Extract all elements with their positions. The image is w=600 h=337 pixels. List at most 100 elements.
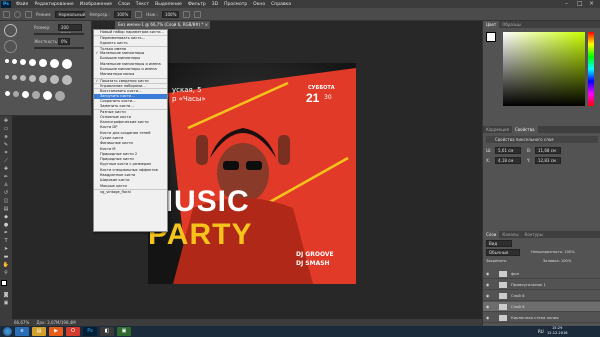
brush-swatch[interactable] <box>62 59 72 69</box>
x-field[interactable]: 4,18 см <box>495 157 521 164</box>
layer-fill[interactable]: Заливка: 100% <box>543 259 571 263</box>
height-field[interactable]: 11,68 см <box>535 147 561 154</box>
menu-window[interactable]: Окно <box>250 2 268 7</box>
brush-swatch[interactable] <box>43 91 52 100</box>
marquee-tool-icon[interactable]: ▭ <box>3 126 10 132</box>
layer-row[interactable]: ◉ Слой 6 <box>483 302 600 312</box>
language-indicator[interactable]: RU <box>538 329 544 334</box>
airbrush-icon[interactable] <box>183 10 191 18</box>
brush-swatch[interactable] <box>20 59 26 65</box>
ie-icon[interactable]: e <box>15 327 29 336</box>
opacity-field[interactable]: 100% <box>113 10 132 18</box>
menu-view[interactable]: Просмотр <box>221 2 250 7</box>
layer-row[interactable]: ◉ Слой 8 <box>483 291 600 301</box>
brush-swatch[interactable] <box>50 59 59 68</box>
brush-swatch[interactable] <box>12 59 17 64</box>
photoshop-taskbar-icon[interactable]: Ps <box>83 327 97 336</box>
pressure-opacity-icon[interactable] <box>135 10 143 18</box>
app-taskbar-icon[interactable]: ◧ <box>100 327 114 336</box>
brush-swatch[interactable] <box>13 91 19 97</box>
brush-swatch[interactable] <box>5 75 9 79</box>
brush-swatch[interactable] <box>39 59 47 67</box>
tab-layers[interactable]: Слои <box>483 231 500 238</box>
brush-swatch[interactable] <box>5 59 9 63</box>
visibility-eye-icon[interactable]: ◉ <box>486 291 489 301</box>
brush-swatch[interactable] <box>55 91 65 101</box>
visibility-eye-icon[interactable]: ◉ <box>486 280 489 290</box>
mode-select[interactable]: Нормальный <box>55 10 86 18</box>
menu-file[interactable]: Файл <box>13 2 31 7</box>
close-icon[interactable]: × <box>589 0 594 8</box>
pressure-size-icon[interactable] <box>194 10 202 18</box>
healing-tool-icon[interactable]: ✚ <box>3 166 10 172</box>
tab-correction[interactable]: Коррекция <box>483 126 512 133</box>
hardness-field[interactable]: 0% <box>58 38 70 45</box>
explorer-icon[interactable]: ▤ <box>32 327 46 336</box>
history-brush-icon[interactable]: ↺ <box>3 190 10 196</box>
brush-swatch[interactable] <box>39 75 47 83</box>
tab-swatches[interactable]: Образцы <box>499 21 524 28</box>
visibility-eye-icon[interactable]: ◉ <box>486 302 489 312</box>
hand-tool-icon[interactable]: ✋ <box>3 262 10 268</box>
minimize-icon[interactable]: – <box>565 0 568 8</box>
quick-select-tool-icon[interactable]: ✎ <box>3 142 10 148</box>
zoom-tool-icon[interactable]: ⚲ <box>3 270 10 276</box>
blur-tool-icon[interactable]: ◆ <box>3 214 10 220</box>
screen-mode-icon[interactable]: ▣ <box>3 300 10 306</box>
brush-swatch[interactable] <box>50 75 59 84</box>
brush-swatch[interactable] <box>12 75 17 80</box>
clock-date[interactable]: 12.12.2016 <box>547 331 568 335</box>
maximize-icon[interactable]: □ <box>577 0 583 8</box>
start-button-icon[interactable] <box>3 327 12 336</box>
menu-filter[interactable]: Фильтр <box>185 2 209 7</box>
menu-type[interactable]: Текст <box>133 2 152 7</box>
brush-angle-icon[interactable] <box>4 40 17 53</box>
crop-tool-icon[interactable]: ⌗ <box>3 150 10 156</box>
lasso-tool-icon[interactable]: ɵ <box>3 134 10 140</box>
foreground-color-chip[interactable] <box>486 32 496 42</box>
menu-image[interactable]: Изображение <box>77 2 115 7</box>
hue-slider[interactable] <box>588 32 594 106</box>
quick-mask-icon[interactable]: ◙ <box>3 292 10 298</box>
menu-3d[interactable]: 3D <box>209 2 221 7</box>
eraser-tool-icon[interactable]: ◫ <box>3 198 10 204</box>
layer-filter-select[interactable]: Вид <box>486 240 512 247</box>
brush-swatch[interactable] <box>20 75 26 81</box>
eyedropper-tool-icon[interactable]: ⟋ <box>3 158 10 164</box>
brush-preset-icon[interactable] <box>14 10 21 18</box>
tab-paths[interactable]: Контуры <box>521 231 545 238</box>
zoom-level[interactable]: 66,67% <box>14 320 29 325</box>
menu-layer[interactable]: Слои <box>115 2 133 7</box>
type-tool-icon[interactable]: T <box>3 238 10 244</box>
path-select-tool-icon[interactable]: ➤ <box>3 246 10 252</box>
blend-mode-select[interactable]: Обычные <box>486 249 520 256</box>
color-picker-field[interactable] <box>503 32 585 106</box>
gradient-tool-icon[interactable]: ▤ <box>3 206 10 212</box>
brush-panel-toggle-icon[interactable] <box>25 10 32 18</box>
width-field[interactable]: 5,61 см <box>495 147 521 154</box>
size-field[interactable]: 200 пикс. <box>58 24 82 36</box>
menu-help[interactable]: Справка <box>268 2 294 7</box>
shape-tool-icon[interactable]: ▬ <box>3 254 10 260</box>
document-tab[interactable]: Без имени-1 @ 66,7% (Слой 6, RGB/8#) * × <box>115 21 210 29</box>
flow-field[interactable]: 100% <box>161 10 180 18</box>
brush-swatch[interactable] <box>62 75 72 85</box>
menu-edit[interactable]: Редактирование <box>31 2 76 7</box>
brush-swatch[interactable] <box>5 91 10 96</box>
layer-row[interactable]: ◉ Кирпичная стена копия <box>483 313 600 323</box>
y-field[interactable]: 12,83 см <box>535 157 561 164</box>
brush-swatch[interactable] <box>22 91 29 98</box>
menu-select[interactable]: Выделение <box>152 2 185 7</box>
brush-swatch[interactable] <box>29 75 36 82</box>
pen-tool-icon[interactable]: ✒ <box>3 230 10 236</box>
size-slider[interactable] <box>34 33 84 35</box>
foreground-color[interactable] <box>1 280 7 286</box>
app-taskbar-icon[interactable]: ▣ <box>117 327 131 336</box>
brush-tool-icon[interactable] <box>3 10 10 18</box>
clock-time[interactable]: 15:29 <box>552 326 562 330</box>
menu-item[interactable]: vg_vintage_floral <box>94 188 167 194</box>
brush-swatch[interactable] <box>32 91 40 99</box>
visibility-eye-icon[interactable]: ◉ <box>486 313 489 323</box>
media-icon[interactable]: ▶ <box>49 327 63 336</box>
tab-properties[interactable]: Свойства <box>511 126 538 133</box>
